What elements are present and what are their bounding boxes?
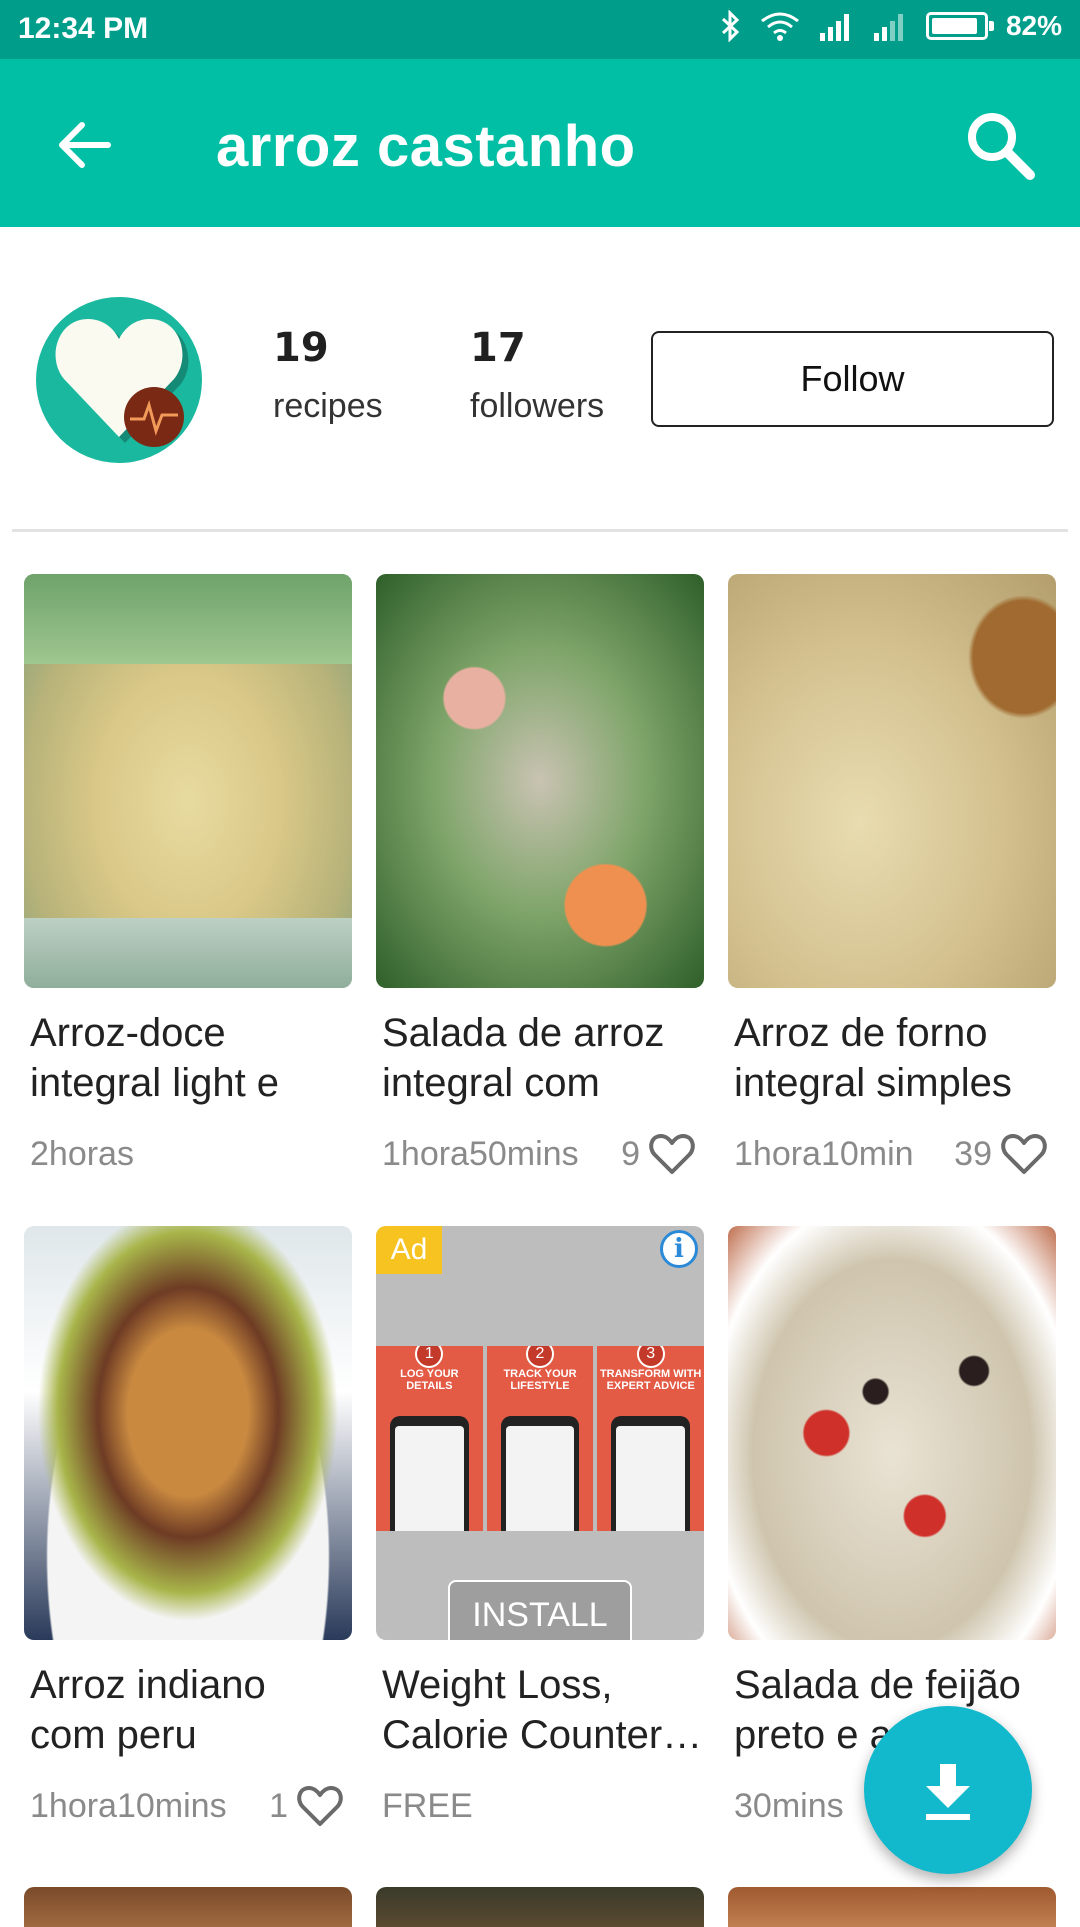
- recipes-stat[interactable]: 19 recipes: [273, 325, 383, 426]
- battery-icon: [925, 12, 994, 40]
- wifi-icon: [761, 12, 799, 41]
- like-count: 9: [621, 1134, 640, 1173]
- like-button[interactable]: 1: [269, 1784, 344, 1828]
- phone-image: [611, 1416, 691, 1531]
- recipe-card[interactable]: Arroz de forno integral simples 1hora10m…: [728, 574, 1056, 1180]
- status-time: 12:34 PM: [18, 12, 149, 45]
- recipe-meta: 2horas: [30, 1128, 352, 1180]
- recipe-time: 1hora10min: [734, 1134, 914, 1173]
- ad-panel-number: 2: [526, 1346, 554, 1368]
- like-button[interactable]: 39: [954, 1132, 1048, 1176]
- phone-image: [390, 1416, 469, 1531]
- ad-meta: FREE: [382, 1780, 704, 1832]
- signal-icon: [819, 14, 849, 41]
- recipe-image[interactable]: [728, 1226, 1056, 1640]
- recipe-time: 30mins: [734, 1786, 844, 1825]
- recipe-meta: 1hora10mins 1: [30, 1780, 352, 1832]
- heart-icon: [649, 1134, 695, 1174]
- battery-percent: 82%: [1005, 10, 1062, 41]
- phone-image: [500, 1416, 580, 1531]
- divider: [12, 529, 1068, 532]
- followers-count: 17: [470, 325, 526, 371]
- recipe-image[interactable]: [24, 1226, 352, 1640]
- info-icon[interactable]: i: [660, 1230, 698, 1268]
- ad-card[interactable]: Ad i 1 LOG YOUR DETAILS 2 TRACK YOUR LIF…: [376, 1226, 704, 1832]
- ad-panel-number: 1: [415, 1346, 444, 1368]
- ad-price: FREE: [382, 1786, 473, 1825]
- recipe-time: 1hora10mins: [30, 1786, 227, 1825]
- followers-stat[interactable]: 17 followers: [470, 325, 604, 426]
- recipe-time: 2horas: [30, 1134, 134, 1173]
- arrow-left-icon[interactable]: [48, 109, 120, 181]
- status-bar: 12:34 PM 82%: [0, 0, 1080, 59]
- heart-icon: [1001, 1134, 1047, 1174]
- recipe-card-peek[interactable]: [728, 1887, 1056, 1927]
- recipe-title[interactable]: Arroz de forno integral simples: [734, 1008, 1056, 1108]
- ad-panel: 3 TRANSFORM WITH EXPERT ADVICE: [597, 1346, 704, 1531]
- like-button[interactable]: 9: [621, 1132, 696, 1176]
- followers-label: followers: [470, 387, 605, 425]
- download-fab[interactable]: [864, 1706, 1032, 1874]
- ad-image[interactable]: Ad i 1 LOG YOUR DETAILS 2 TRACK YOUR LIF…: [376, 1226, 704, 1640]
- search-icon[interactable]: [960, 105, 1040, 185]
- app-bar: arroz castanho: [0, 59, 1080, 227]
- recipe-card[interactable]: Salada de arroz integral com 1hora50mins…: [376, 574, 704, 1180]
- ad-panel: 1 LOG YOUR DETAILS: [376, 1346, 483, 1531]
- like-count: 39: [954, 1134, 992, 1173]
- recipes-label: recipes: [273, 387, 383, 425]
- recipe-time: 1hora50mins: [382, 1134, 579, 1173]
- ad-panel-number: 3: [636, 1346, 665, 1368]
- recipe-image[interactable]: [376, 574, 704, 988]
- download-icon: [926, 1764, 970, 1820]
- ad-panel-caption: LOG YOUR DETAILS: [400, 1368, 459, 1392]
- recipe-title[interactable]: Arroz indiano com peru: [30, 1660, 352, 1760]
- recipe-title[interactable]: Salada de arroz integral com: [382, 1008, 704, 1108]
- ad-panel-caption: TRACK YOUR LIFESTYLE: [503, 1368, 577, 1392]
- recipe-card-peek[interactable]: [24, 1887, 352, 1927]
- recipes-count: 19: [273, 325, 329, 371]
- ad-title[interactable]: Weight Loss, Calorie Counter…: [382, 1660, 704, 1760]
- recipe-card-peek[interactable]: [376, 1887, 704, 1927]
- ad-panel-caption: TRANSFORM WITH EXPERT ADVICE: [599, 1368, 702, 1392]
- recipe-card[interactable]: Arroz indiano com peru 1hora10mins 1: [24, 1226, 352, 1832]
- signal-2-icon: [873, 14, 903, 41]
- recipe-image[interactable]: [728, 574, 1056, 988]
- recipe-image[interactable]: [24, 574, 352, 988]
- recipe-card[interactable]: Arroz-doce integral light e 2horas: [24, 574, 352, 1180]
- recipe-meta: 1hora10min 39: [734, 1128, 1056, 1180]
- follow-button[interactable]: Follow: [651, 331, 1054, 427]
- ad-panels: 1 LOG YOUR DETAILS 2 TRACK YOUR LIFESTYL…: [376, 1346, 704, 1531]
- ad-panel: 2 TRACK YOUR LIFESTYLE: [486, 1346, 594, 1531]
- recipe-title[interactable]: Arroz-doce integral light e: [30, 1008, 352, 1108]
- ad-badge: Ad: [376, 1226, 442, 1274]
- avatar[interactable]: [36, 297, 202, 463]
- like-count: 1: [269, 1786, 288, 1825]
- page-title: arroz castanho: [216, 114, 636, 179]
- bluetooth-icon: [721, 10, 740, 42]
- recipe-meta: 1hora50mins 9: [382, 1128, 704, 1180]
- profile-header: 19 recipes 17 followers Follow: [0, 227, 1080, 531]
- status-icons: 82%: [720, 10, 1062, 42]
- heart-icon: [297, 1786, 343, 1826]
- install-button[interactable]: INSTALL: [448, 1580, 632, 1640]
